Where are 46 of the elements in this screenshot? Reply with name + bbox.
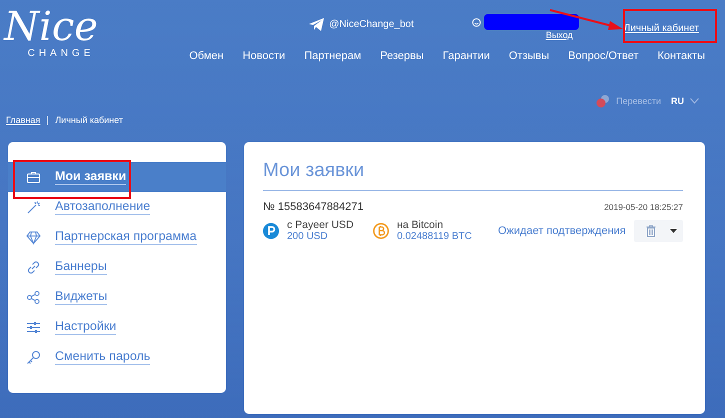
breadcrumb-link[interactable]: Главная bbox=[6, 115, 40, 125]
sidebar-item[interactable]: Настройки bbox=[8, 312, 226, 342]
key-icon bbox=[26, 350, 41, 364]
telegram-bot-link[interactable]: @NiceChange_bot bbox=[329, 19, 414, 30]
nav-link[interactable]: Резервы bbox=[380, 50, 424, 62]
sidebar-item[interactable]: Автозаполнение bbox=[8, 192, 226, 222]
sidebar-item[interactable]: Партнерская программа bbox=[8, 222, 226, 252]
logo-title[interactable]: Nice bbox=[4, 4, 98, 50]
share-icon bbox=[26, 290, 41, 304]
payeer-coin-icon bbox=[263, 223, 279, 239]
logout-link[interactable]: Выход bbox=[546, 30, 573, 40]
translate-link[interactable]: Перевести bbox=[616, 96, 661, 106]
link-icon bbox=[26, 260, 41, 274]
page-title: Мои заявки bbox=[263, 160, 683, 191]
nav-link[interactable]: Гарантии bbox=[442, 50, 490, 62]
breadcrumb-current: Личный кабинет bbox=[55, 115, 123, 125]
briefcase-icon bbox=[26, 170, 41, 184]
order-date: 2019-05-20 18:25:27 bbox=[604, 202, 683, 212]
nav-link[interactable]: Контакты bbox=[657, 50, 705, 62]
order-number: № 15583647884271 bbox=[263, 201, 364, 213]
currency-label: с Payeer USD bbox=[287, 219, 354, 231]
chevron-down-icon[interactable] bbox=[690, 98, 699, 104]
magic-wand-icon bbox=[26, 200, 41, 214]
diamond-icon bbox=[26, 230, 41, 244]
nav-link[interactable]: Новости bbox=[242, 50, 286, 62]
sidebar-item[interactable]: Мои заявки bbox=[8, 162, 226, 192]
nav-link[interactable]: Вопрос/Ответ bbox=[568, 50, 638, 62]
nav-link[interactable]: Обмен bbox=[189, 50, 224, 62]
nav-link[interactable]: Отзывы bbox=[508, 50, 550, 62]
bitcoin-coin-icon bbox=[373, 223, 389, 239]
sliders-icon bbox=[26, 320, 41, 334]
sidebar-item[interactable]: Баннеры bbox=[8, 252, 226, 282]
sidebar-item[interactable]: Виджеты bbox=[8, 282, 226, 312]
logo-subtitle: CHANGE bbox=[26, 48, 94, 59]
order-status: Ожидает подтверждения bbox=[498, 225, 626, 237]
amount-text: 0.02488119 BTC bbox=[397, 231, 472, 243]
smiley-icon bbox=[472, 18, 481, 26]
trash-icon[interactable] bbox=[646, 225, 656, 237]
paper-plane-icon bbox=[309, 18, 324, 31]
language-selector[interactable]: RU bbox=[671, 96, 684, 106]
amount-text: 200 USD bbox=[287, 231, 329, 243]
nav-link[interactable]: Партнерам bbox=[304, 50, 362, 62]
sidebar-item[interactable]: Сменить пароль bbox=[8, 342, 226, 372]
dropdown-caret-icon[interactable] bbox=[670, 229, 677, 233]
currency-label: на Bitcoin bbox=[397, 219, 444, 231]
account-link[interactable]: Личный кабинет bbox=[624, 23, 699, 34]
